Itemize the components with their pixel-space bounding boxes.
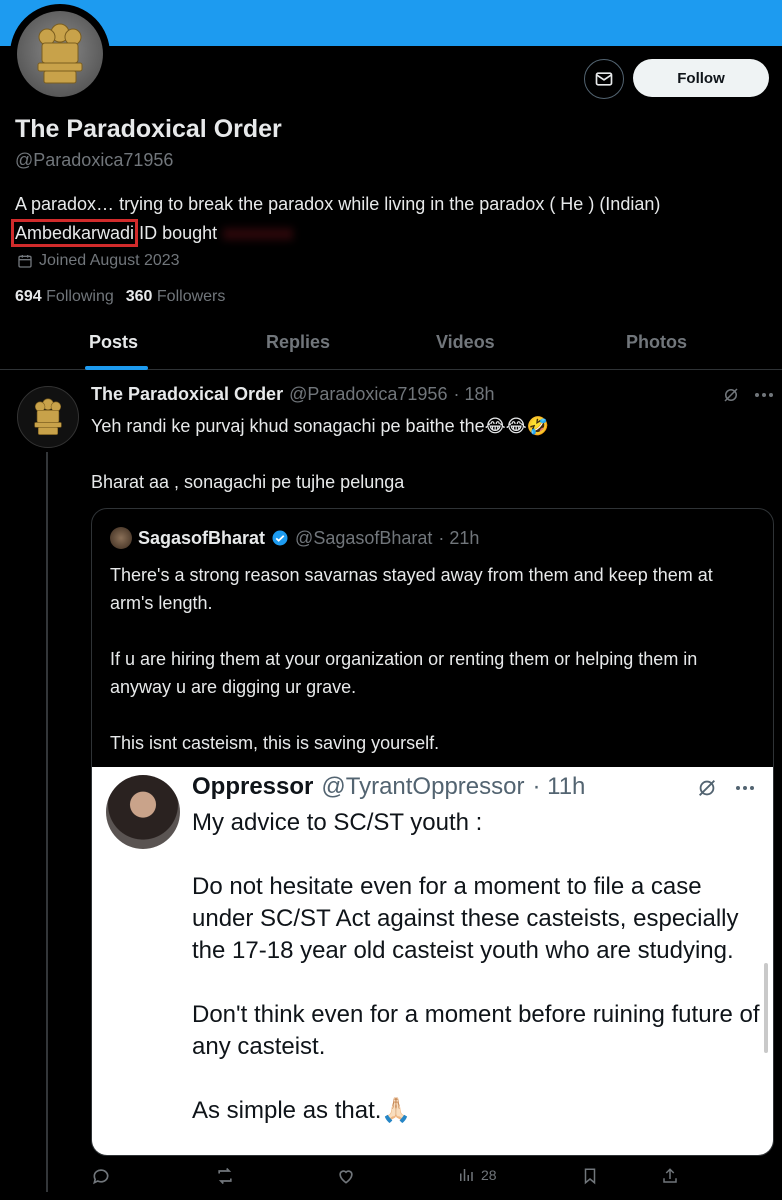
tab-posts[interactable]: Posts: [89, 332, 138, 353]
post-header: The Paradoxical Order @Paradoxica71956 ·…: [91, 384, 495, 405]
post-actions: 28: [91, 1166, 691, 1190]
share-icon: [663, 1168, 677, 1183]
screenshot-text: My advice to SC/ST youth : Do not hesita…: [192, 809, 760, 1124]
grok-icon[interactable]: [722, 386, 740, 404]
screenshot-author-handle: @TyrantOppressor: [321, 773, 525, 800]
reply-icon: [93, 1169, 109, 1185]
thread-line: [46, 452, 48, 1192]
screenshot-scrollbar: [764, 963, 768, 1053]
quoted-author-handle: @SagasofBharat: [295, 527, 433, 548]
followers-link[interactable]: 360 Followers: [126, 288, 226, 306]
calendar-icon: [18, 255, 32, 268]
share-button[interactable]: [661, 1166, 679, 1186]
highlighted-word: Ambedkarwadi: [10, 219, 139, 247]
tab-videos[interactable]: Videos: [436, 332, 495, 353]
grok-icon: [699, 780, 715, 796]
profile-avatar[interactable]: [10, 4, 110, 104]
emblem-icon: [17, 11, 103, 97]
profile-tabs: Posts Replies Videos Photos: [0, 318, 782, 370]
post-text: Yeh randi ke purvaj khud sonagachi pe ba…: [91, 416, 550, 492]
screenshot-header: Oppressor @TyrantOppressor · 11h: [192, 773, 585, 801]
profile-banner: [0, 0, 782, 46]
active-tab-indicator: [85, 366, 148, 370]
joined-date: Joined August 2023: [17, 252, 180, 270]
bookmark-button[interactable]: [581, 1166, 599, 1186]
reply-button[interactable]: [91, 1166, 111, 1186]
post-header-icons: [722, 386, 774, 404]
quoted-post[interactable]: SagasofBharat @SagasofBharat · 21h There…: [91, 508, 774, 1156]
more-icon: [736, 786, 754, 790]
more-icon[interactable]: [754, 392, 774, 398]
views-count: 28: [481, 1167, 497, 1183]
bio-line: A paradox… trying to break the paradox w…: [15, 194, 661, 214]
post-author-handle[interactable]: @Paradoxica71956: [289, 384, 447, 405]
attached-screenshot[interactable]: Oppressor @TyrantOppressor · 11h My advi…: [92, 767, 773, 1155]
views-button[interactable]: 28: [457, 1166, 497, 1184]
repost-icon: [218, 1167, 232, 1185]
bio-rest: ID bought: [134, 223, 218, 243]
joined-text: Joined August 2023: [39, 252, 180, 269]
profile-bio: A paradox… trying to break the paradox w…: [10, 190, 775, 248]
quoted-time: · 21h: [438, 527, 480, 548]
screenshot-icons: [696, 777, 756, 799]
envelope-icon: [595, 72, 613, 86]
repost-button[interactable]: [215, 1166, 235, 1186]
screenshot-time: · 11h: [532, 773, 586, 800]
follow-button[interactable]: Follow: [633, 59, 769, 97]
following-label: Following: [46, 288, 114, 305]
emblem-icon: [34, 398, 62, 435]
post-time[interactable]: · 18h: [453, 384, 494, 405]
post-author-name[interactable]: The Paradoxical Order: [91, 384, 283, 405]
profile-handle: @Paradoxica71956: [15, 150, 174, 170]
following-link[interactable]: 694 Following: [15, 288, 114, 306]
profile-name: The Paradoxical Order: [15, 115, 282, 143]
following-count: 694: [15, 288, 42, 305]
tab-replies[interactable]: Replies: [266, 332, 330, 353]
bio-line-2: Ambedkarwadi ID bought: [10, 219, 775, 248]
quoted-author-name: SagasofBharat: [138, 527, 266, 548]
followers-count: 360: [125, 288, 153, 305]
quoted-text: There's a strong reason savarnas stayed …: [110, 565, 713, 753]
followers-label: Followers: [156, 288, 226, 305]
quoted-avatar: [110, 527, 132, 549]
follow-counts: 694 Following 360 Followers: [15, 288, 225, 306]
heart-icon: [339, 1170, 353, 1184]
message-button[interactable]: [584, 59, 624, 99]
screenshot-avatar: [106, 775, 180, 849]
like-button[interactable]: [336, 1166, 356, 1186]
quoted-post-header: SagasofBharat @SagasofBharat · 21h: [110, 527, 479, 549]
views-icon: [460, 1169, 473, 1181]
verified-badge-icon: [272, 530, 288, 546]
bookmark-icon: [584, 1168, 596, 1185]
screenshot-author-name: Oppressor: [192, 773, 314, 800]
tab-photos[interactable]: Photos: [626, 332, 687, 353]
post-avatar[interactable]: [17, 386, 79, 448]
redacted-emoji: [223, 228, 294, 241]
